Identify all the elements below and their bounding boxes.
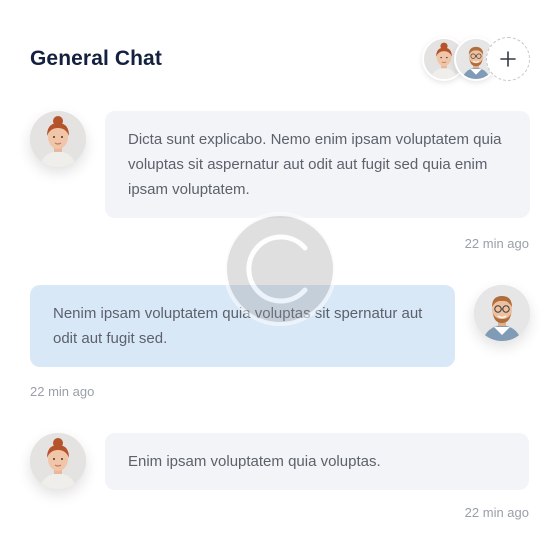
message-text: Dicta sunt explicabo. Nemo enim ipsam vo…	[128, 131, 502, 198]
sender-avatar-woman[interactable]	[30, 433, 86, 489]
sender-avatar-woman[interactable]	[30, 111, 86, 167]
add-participant-button[interactable]	[486, 37, 530, 81]
message-timestamp: 22 min ago	[464, 505, 529, 520]
sender-avatar-man[interactable]	[474, 285, 530, 341]
plus-icon	[500, 51, 516, 67]
participants-group	[422, 37, 530, 81]
message-timestamp: 22 min ago	[30, 384, 95, 399]
message-text: Nenim ipsam voluptatem quia voluptas sit…	[53, 305, 423, 347]
message-bubble-received: Dicta sunt explicabo. Nemo enim ipsam vo…	[105, 111, 530, 218]
page-title: General Chat	[30, 47, 162, 70]
message-bubble-sent: Nenim ipsam voluptatem quia voluptas sit…	[30, 285, 455, 367]
message-bubble-received: Enim ipsam voluptatem quia voluptas.	[105, 433, 529, 490]
message-timestamp: 22 min ago	[464, 236, 529, 251]
chat-header: General Chat	[30, 36, 530, 82]
message-text: Enim ipsam voluptatem quia voluptas.	[128, 453, 381, 470]
